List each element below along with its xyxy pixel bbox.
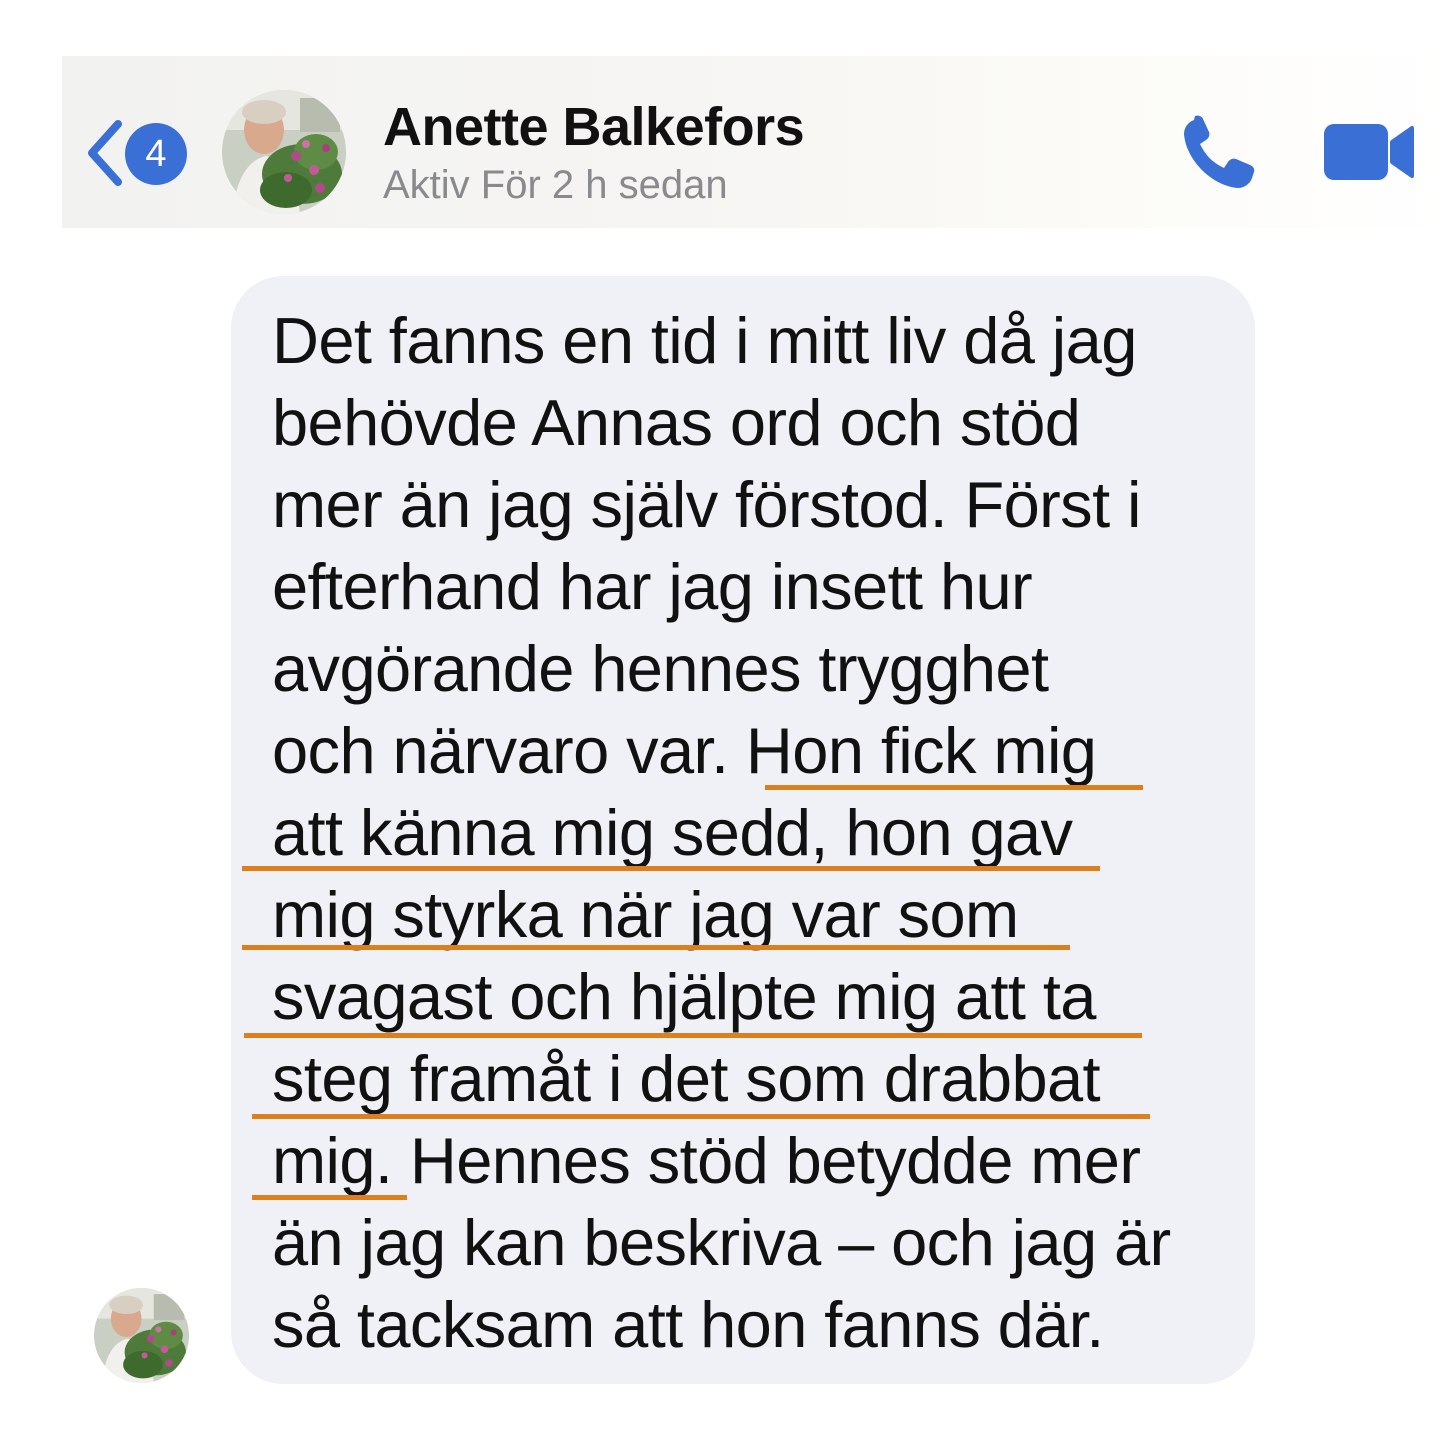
message-line: behövde Annas ord och stöd — [272, 386, 1081, 459]
message-line: mer än jag själv förstod. Först i — [272, 468, 1141, 541]
video-call-button[interactable] — [1322, 118, 1417, 186]
message-line: än jag kan beskriva – och jag är — [272, 1206, 1171, 1279]
message-line: efterhand har jag insett hur — [272, 550, 1033, 623]
video-camera-icon — [1324, 124, 1414, 180]
message-line: svagast och hjälpte mig att ta — [272, 960, 1096, 1033]
chevron-left-icon — [88, 120, 122, 186]
activity-status: Aktiv För 2 h sedan — [383, 163, 728, 207]
message-text: Det fanns en tid i mitt liv då jag behövd… — [272, 300, 1232, 1366]
highlight-underline — [252, 1195, 407, 1200]
message-line: att känna mig sedd, hon gav — [272, 796, 1073, 869]
message-line: Det fanns en tid i mitt liv då jag — [272, 304, 1137, 377]
highlight-underline — [244, 1033, 1142, 1038]
message-line: steg framåt i det som drabbat — [272, 1042, 1101, 1115]
contact-avatar[interactable] — [222, 90, 346, 214]
message-line: och närvaro var. Hon fick mig — [272, 714, 1097, 787]
highlight-underline — [242, 945, 1070, 950]
message-line: mig styrka när jag var som — [272, 878, 1019, 951]
highlight-underline — [765, 785, 1143, 790]
unread-count-badge: 4 — [125, 123, 187, 185]
back-button[interactable]: 4 — [80, 108, 200, 198]
message-line: avgörande hennes trygghet — [272, 632, 1049, 705]
sender-avatar[interactable] — [94, 1288, 189, 1383]
call-button[interactable] — [1178, 114, 1258, 194]
message-line: så tacksam att hon fanns där. — [272, 1288, 1104, 1361]
message-line: mig. Hennes stöd betydde mer — [272, 1124, 1141, 1197]
highlight-underline — [252, 1114, 1150, 1119]
phone-icon — [1184, 115, 1255, 188]
contact-name[interactable]: Anette Balkefors — [383, 96, 805, 158]
highlight-underline — [242, 866, 1100, 871]
